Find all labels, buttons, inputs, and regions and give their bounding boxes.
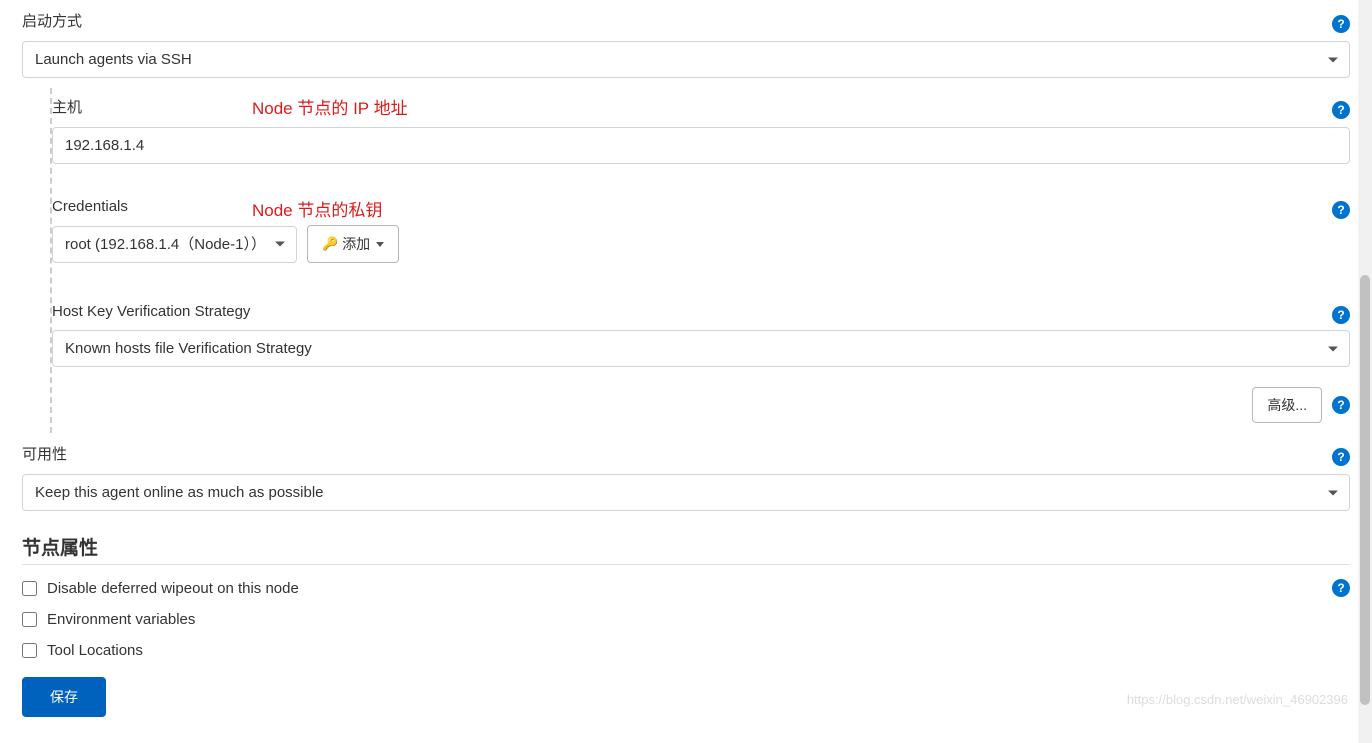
env-vars-label: Environment variables xyxy=(47,611,195,628)
host-key-strategy-select-wrap: Known hosts file Verification Strategy xyxy=(52,330,1350,367)
credentials-select[interactable]: root (192.168.1.4（Node-1）） xyxy=(52,226,297,263)
node-properties-heading: 节点属性 xyxy=(22,533,1350,565)
launch-method-select[interactable]: Launch agents via SSH xyxy=(22,41,1350,78)
help-icon[interactable]: ? xyxy=(1332,201,1350,219)
credentials-label: Credentials xyxy=(52,198,128,215)
key-icon: 🔑 xyxy=(322,236,338,252)
host-label: 主机 xyxy=(52,96,82,117)
credentials-annotation: Node 节点的私钥 xyxy=(252,196,382,221)
launch-method-select-wrap: Launch agents via SSH xyxy=(22,41,1350,78)
chevron-down-icon xyxy=(376,242,384,247)
help-icon[interactable]: ? xyxy=(1332,101,1350,119)
advanced-button[interactable]: 高级... xyxy=(1252,387,1322,423)
availability-select-wrap: Keep this agent online as much as possib… xyxy=(22,474,1350,511)
availability-label: 可用性 xyxy=(22,443,67,464)
save-button[interactable]: 保存 xyxy=(22,677,106,717)
watermark: https://blog.csdn.net/weixin_46902396 xyxy=(1127,692,1348,707)
add-credentials-button[interactable]: 🔑 添加 xyxy=(307,225,399,263)
disable-wipeout-checkbox[interactable] xyxy=(22,581,37,596)
tool-locations-checkbox[interactable] xyxy=(22,643,37,658)
launch-method-label: 启动方式 xyxy=(22,10,82,31)
help-icon[interactable]: ? xyxy=(1332,579,1350,597)
scrollbar-thumb[interactable] xyxy=(1360,275,1370,705)
disable-wipeout-label: Disable deferred wipeout on this node xyxy=(47,580,299,597)
host-key-strategy-label: Host Key Verification Strategy xyxy=(52,303,250,320)
help-icon[interactable]: ? xyxy=(1332,306,1350,324)
scrollbar-track[interactable] xyxy=(1358,0,1372,743)
help-icon[interactable]: ? xyxy=(1332,15,1350,33)
host-key-strategy-select[interactable]: Known hosts file Verification Strategy xyxy=(52,330,1350,367)
help-icon[interactable]: ? xyxy=(1332,396,1350,414)
env-vars-checkbox[interactable] xyxy=(22,612,37,627)
host-annotation: Node 节点的 IP 地址 xyxy=(252,94,408,119)
tool-locations-label: Tool Locations xyxy=(47,642,143,659)
host-input[interactable] xyxy=(52,127,1350,164)
help-icon[interactable]: ? xyxy=(1332,448,1350,466)
add-button-label: 添加 xyxy=(342,234,370,254)
availability-select[interactable]: Keep this agent online as much as possib… xyxy=(22,474,1350,511)
